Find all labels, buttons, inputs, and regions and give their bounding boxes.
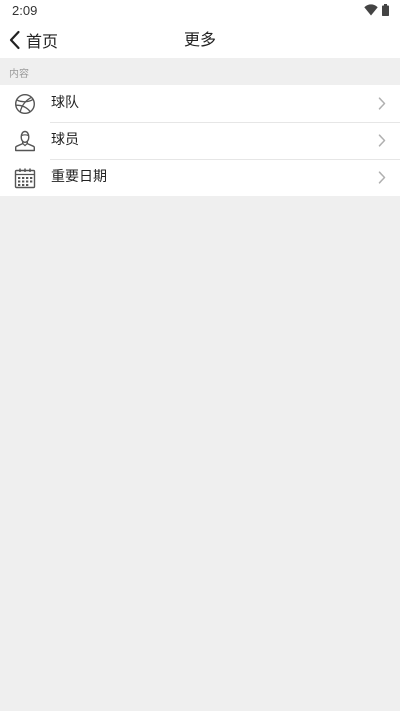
status-time: 2:09	[12, 3, 38, 18]
battery-icon	[382, 4, 389, 16]
section-header: 内容	[0, 58, 400, 85]
list-item-players[interactable]: 球员	[0, 122, 400, 159]
back-button[interactable]: 首页	[8, 22, 58, 58]
chevron-left-icon	[9, 30, 20, 50]
wifi-icon	[364, 4, 378, 16]
calendar-icon	[14, 167, 36, 189]
basketball-icon	[14, 93, 36, 115]
list-item-label: 球队	[51, 95, 79, 111]
list-item-teams[interactable]: 球队	[0, 85, 400, 122]
nav-bar: 首页 更多	[0, 22, 400, 58]
section-label: 内容	[9, 69, 29, 80]
list-item-label: 球员	[51, 132, 79, 148]
chevron-right-icon	[378, 171, 386, 184]
chevron-right-icon	[378, 97, 386, 110]
player-icon	[14, 130, 36, 152]
back-label: 首页	[26, 32, 59, 51]
list-item-label: 重要日期	[51, 169, 107, 185]
status-bar: 2:09	[0, 0, 400, 22]
list-item-important-dates[interactable]: 重要日期	[0, 159, 400, 196]
page-title: 更多	[183, 30, 216, 49]
menu-list: 球队 球员 重要日期	[0, 85, 400, 196]
chevron-right-icon	[378, 134, 386, 147]
